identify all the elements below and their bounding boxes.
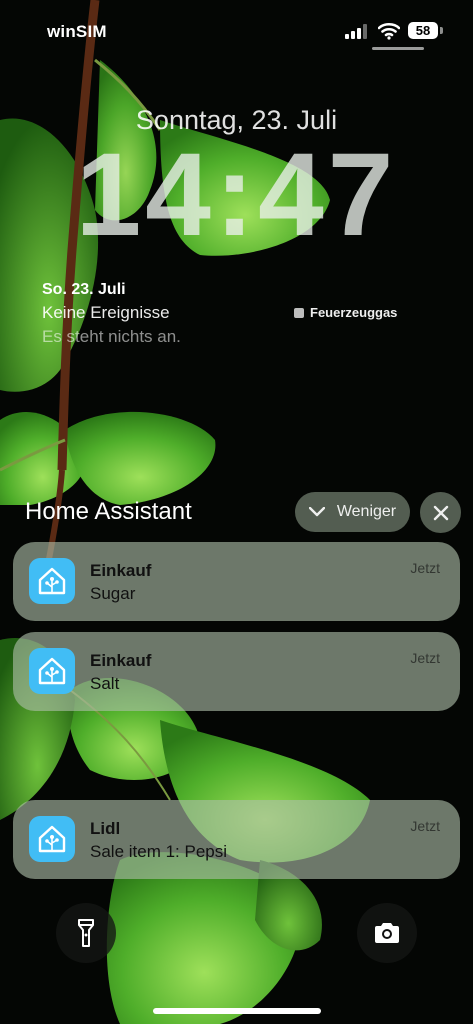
- reminder-widget[interactable]: Feuerzeuggas: [294, 305, 397, 320]
- carrier-name: winSIM: [47, 22, 107, 41]
- notification-body: Sugar: [90, 584, 136, 603]
- wifi-icon: [378, 22, 400, 40]
- clear-notifications-button[interactable]: [420, 492, 461, 533]
- calendar-date: So. 23. Juli: [42, 281, 126, 298]
- calendar-empty-text: Es steht nichts an.: [42, 327, 181, 346]
- cellular-signal-icon: [345, 24, 367, 39]
- camera-button[interactable]: [357, 903, 417, 963]
- lock-clock[interactable]: 14:47: [0, 135, 473, 255]
- camera-icon: [375, 923, 399, 943]
- notification-card[interactable]: Lidl Sale item 1: Pepsi Jetzt: [13, 800, 460, 879]
- flashlight-button[interactable]: [56, 903, 116, 963]
- notification-time: Jetzt: [410, 650, 440, 666]
- notification-title: Einkauf: [90, 651, 152, 670]
- home-assistant-icon: [29, 816, 75, 862]
- reminder-square-icon: [294, 307, 304, 318]
- status-bar: winSIM 58: [0, 0, 473, 60]
- show-less-label: Weniger: [336, 503, 397, 520]
- notification-card[interactable]: Einkauf Sugar Jetzt: [13, 542, 460, 621]
- home-assistant-icon: [29, 648, 75, 694]
- show-less-button[interactable]: Weniger: [295, 492, 410, 532]
- notification-body: Salt: [90, 674, 120, 693]
- reminder-label: Feuerzeuggas: [310, 305, 398, 320]
- home-assistant-icon: [29, 558, 75, 604]
- notification-group-title: Home Assistant: [25, 498, 192, 525]
- notification-title: Einkauf: [90, 561, 152, 580]
- control-center-grabber[interactable]: [372, 47, 424, 50]
- calendar-widget[interactable]: So. 23. Juli Keine Ereignisse Es steht n…: [42, 281, 181, 347]
- notification-body: Sale item 1: Pepsi: [90, 842, 228, 861]
- calendar-events: Keine Ereignisse: [42, 303, 170, 322]
- notification-time: Jetzt: [410, 560, 440, 576]
- close-icon: [433, 505, 448, 520]
- home-indicator[interactable]: [153, 1008, 321, 1014]
- battery-cap: [440, 27, 443, 34]
- notification-card[interactable]: Einkauf Salt Jetzt: [13, 632, 460, 711]
- notification-title: Lidl: [90, 819, 121, 838]
- flashlight-icon: [78, 919, 94, 947]
- battery-indicator: 58: [408, 22, 438, 39]
- notification-time: Jetzt: [410, 818, 440, 834]
- chevron-down-icon: [308, 507, 325, 517]
